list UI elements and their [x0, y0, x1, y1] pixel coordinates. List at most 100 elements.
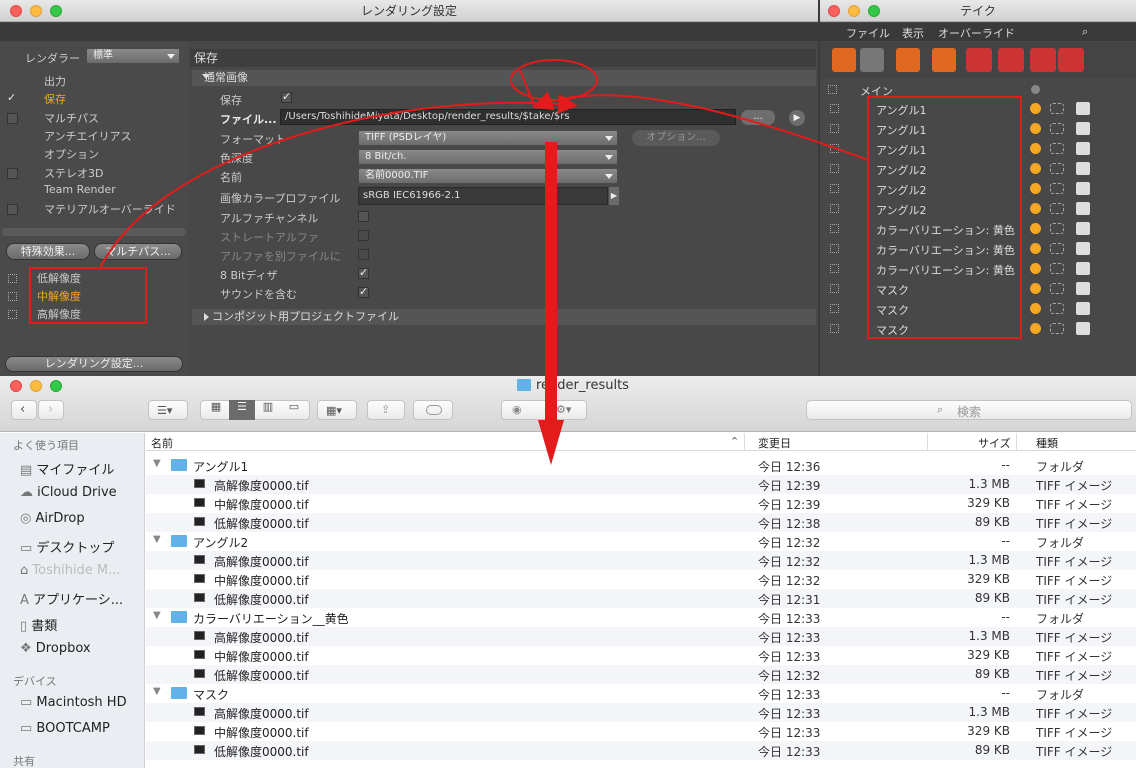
- composite-section[interactable]: コンポジット用プロジェクトファイル: [192, 309, 816, 325]
- main-take[interactable]: メイン: [860, 83, 893, 99]
- take-row[interactable]: マスク: [826, 319, 1136, 339]
- camera-icon[interactable]: [1050, 203, 1064, 214]
- date-column-header[interactable]: 変更日: [758, 435, 791, 451]
- file-row[interactable]: 低解像度0000.tif 今日 12:32 89 KB TIFF イメージ: [146, 665, 1136, 684]
- render-settings-icon[interactable]: [1076, 202, 1090, 215]
- camera-icon[interactable]: [1050, 123, 1064, 134]
- copy-take-icon[interactable]: [860, 48, 884, 72]
- sidebar-item-airdrop[interactable]: ◎ AirDrop: [20, 511, 85, 526]
- kind-column-header[interactable]: 種類: [1036, 435, 1058, 451]
- file-row[interactable]: 中解像度0000.tif 今日 12:33 329 KB TIFF イメージ: [146, 722, 1136, 741]
- share-button[interactable]: ⇪: [367, 400, 405, 420]
- auto-take-icon[interactable]: [932, 48, 956, 72]
- close-button[interactable]: [828, 5, 840, 17]
- minimize-button[interactable]: [30, 5, 42, 17]
- render-queue-icon[interactable]: [1058, 48, 1084, 72]
- disclosure-triangle-icon[interactable]: ▼: [153, 610, 161, 621]
- take-row[interactable]: マスク: [826, 299, 1136, 319]
- menu-file[interactable]: ファイル: [846, 25, 890, 41]
- column-view-icon[interactable]: ▥: [257, 400, 279, 420]
- camera-icon[interactable]: [1050, 103, 1064, 114]
- group-button[interactable]: ▦▾: [317, 400, 357, 420]
- render-preset-item[interactable]: 低解像度: [37, 270, 81, 286]
- take-row[interactable]: アングル1: [826, 139, 1136, 159]
- override-icon[interactable]: [896, 48, 920, 72]
- minimize-button[interactable]: [30, 380, 42, 392]
- render-settings-icon[interactable]: [1076, 322, 1090, 335]
- sidebar-item-macintosh-hd[interactable]: ▭ Macintosh HD: [20, 695, 127, 710]
- nav-item[interactable]: 出力: [44, 73, 66, 89]
- list-view-icon[interactable]: ☰: [229, 400, 255, 420]
- check-icon[interactable]: [1030, 203, 1041, 214]
- take-row[interactable]: アングル2: [826, 199, 1136, 219]
- check-icon[interactable]: [1030, 123, 1041, 134]
- render-settings-icon[interactable]: [1076, 142, 1090, 155]
- check-icon[interactable]: [1030, 223, 1041, 234]
- search-icon[interactable]: ⌕: [1082, 25, 1088, 39]
- back-button[interactable]: ‹: [11, 400, 37, 420]
- render-settings-icon[interactable]: [1076, 262, 1090, 275]
- menu-view[interactable]: 表示: [902, 25, 924, 41]
- check-icon[interactable]: [1030, 263, 1041, 274]
- file-row[interactable]: 低解像度0000.tif 今日 12:33 89 KB TIFF イメージ: [146, 741, 1136, 760]
- render-settings-icon[interactable]: [1076, 162, 1090, 175]
- folder-row[interactable]: ▼ カラーバリエーション__黄色 今日 12:33 -- フォルダ: [146, 608, 1136, 627]
- camera-icon[interactable]: [1050, 143, 1064, 154]
- coverflow-view-icon[interactable]: ▭: [281, 400, 307, 420]
- file-row[interactable]: 中解像度0000.tif 今日 12:32 329 KB TIFF イメージ: [146, 570, 1136, 589]
- nav-checkbox[interactable]: [7, 204, 18, 216]
- sidebar-item-documents[interactable]: ▯ 書類: [20, 615, 57, 634]
- camera-icon[interactable]: [1050, 243, 1064, 254]
- camera-icon[interactable]: [1050, 323, 1064, 334]
- nav-checkbox[interactable]: [7, 112, 18, 124]
- arrow-right-icon[interactable]: ▶: [789, 110, 805, 126]
- save-checkbox[interactable]: [281, 90, 292, 103]
- nav-item[interactable]: マテリアルオーバーライド: [44, 201, 176, 217]
- sidebar-item-home[interactable]: ⌂ Toshihide M...: [20, 563, 121, 578]
- take-row[interactable]: アングル1: [826, 99, 1136, 119]
- sound-checkbox[interactable]: [358, 285, 369, 298]
- check-icon[interactable]: [1030, 323, 1041, 334]
- take-row[interactable]: カラーバリエーション: 黄色: [826, 259, 1136, 279]
- format-dropdown[interactable]: TIFF (PSDレイヤ): [358, 130, 618, 146]
- sidebar-item-dropbox[interactable]: ❖ Dropbox: [20, 641, 91, 656]
- sidebar-item-cloud[interactable]: ☁ iCloud Drive: [20, 485, 117, 500]
- arrow-right-icon[interactable]: ▶: [609, 187, 619, 205]
- file-row[interactable]: 高解像度0000.tif 今日 12:33 1.3 MB TIFF イメージ: [146, 703, 1136, 722]
- camera-icon[interactable]: [1050, 183, 1064, 194]
- zoom-button[interactable]: [868, 5, 880, 17]
- disclosure-triangle-icon[interactable]: ▼: [153, 686, 161, 697]
- file-row[interactable]: 低解像度0000.tif 今日 12:38 89 KB TIFF イメージ: [146, 513, 1136, 532]
- check-icon[interactable]: [1030, 183, 1041, 194]
- arrange-button[interactable]: ☰▾: [148, 400, 188, 420]
- zoom-button[interactable]: [50, 380, 62, 392]
- quicklook-action-button[interactable]: ◉ ⚙▾: [501, 400, 587, 420]
- nav-checkbox[interactable]: [7, 91, 18, 105]
- render-settings-icon[interactable]: [1076, 282, 1090, 295]
- subsection-header[interactable]: 通常画像: [192, 70, 816, 86]
- folder-row[interactable]: ▼ アングル1 今日 12:36 -- フォルダ: [146, 456, 1136, 475]
- nav-item[interactable]: マルチパス: [44, 110, 99, 126]
- sidebar-item-applications[interactable]: A アプリケーシ...: [20, 589, 123, 608]
- folder-row[interactable]: ▼ マスク 今日 12:33 -- フォルダ: [146, 684, 1136, 703]
- render-settings-icon[interactable]: [1076, 182, 1090, 195]
- sidebar-item-myfiles[interactable]: ▤ マイファイル: [20, 459, 114, 478]
- render-preset-item[interactable]: 中解像度: [37, 288, 81, 304]
- render-settings-icon[interactable]: [1076, 122, 1090, 135]
- file-row[interactable]: 高解像度0000.tif 今日 12:39 1.3 MB TIFF イメージ: [146, 475, 1136, 494]
- take-row[interactable]: マスク: [826, 279, 1136, 299]
- render-settings-icon[interactable]: [1076, 222, 1090, 235]
- render-all-icon[interactable]: [1030, 48, 1056, 72]
- multipass-button[interactable]: マルチパス...: [94, 243, 182, 260]
- check-icon[interactable]: [1030, 303, 1041, 314]
- name-dropdown[interactable]: 名前0000.TIF: [358, 168, 618, 184]
- nav-checkbox[interactable]: [7, 167, 18, 179]
- zoom-button[interactable]: [50, 5, 62, 17]
- take-row[interactable]: アングル2: [826, 179, 1136, 199]
- browse-button[interactable]: ...: [741, 110, 775, 125]
- file-path-input[interactable]: /Users/ToshihideMiyata/Desktop/render_re…: [280, 109, 736, 125]
- close-button[interactable]: [10, 380, 22, 392]
- render-settings-icon[interactable]: [1076, 102, 1090, 115]
- render-preset-item[interactable]: 高解像度: [37, 306, 81, 322]
- file-row[interactable]: 低解像度0000.tif 今日 12:31 89 KB TIFF イメージ: [146, 589, 1136, 608]
